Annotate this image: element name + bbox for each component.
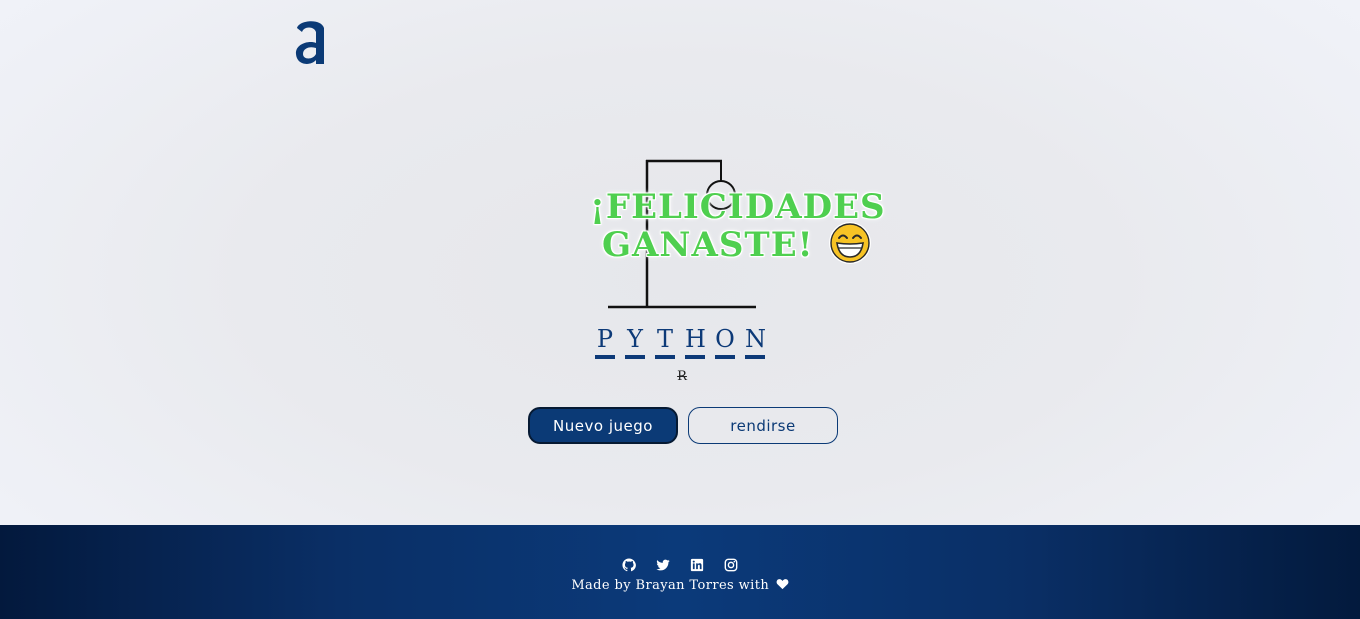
guessed-word: P Y T H O N xyxy=(595,325,766,359)
github-icon[interactable] xyxy=(622,558,636,572)
letter: Y xyxy=(627,325,643,353)
letter-slot: Y xyxy=(625,325,645,359)
twitter-icon[interactable] xyxy=(656,558,670,572)
heart-icon xyxy=(776,579,789,590)
win-message-text: GANASTE! xyxy=(602,225,814,265)
letter: N xyxy=(745,325,766,353)
letter: T xyxy=(656,325,673,353)
instagram-icon[interactable] xyxy=(724,558,738,572)
letter-underline xyxy=(685,355,705,359)
letter-slot: N xyxy=(745,325,766,359)
wrong-letters: R xyxy=(677,369,687,384)
game-area: ¡FELICIDADES GANASTE! P Y T H O N R Nuev… xyxy=(0,0,1360,525)
letter-slot: P xyxy=(595,325,615,359)
grinning-face-icon xyxy=(828,222,871,264)
letter-underline xyxy=(595,355,615,359)
letter-underline xyxy=(745,355,765,359)
new-game-button[interactable]: Nuevo juego xyxy=(528,407,678,444)
footer: Made by Brayan Torres with xyxy=(0,525,1360,619)
credit-line: Made by Brayan Torres with xyxy=(0,578,1360,593)
credit-text: Made by Brayan Torres with xyxy=(571,578,770,593)
win-message: ¡FELICIDADES GANASTE! xyxy=(590,188,885,265)
letter-slot: T xyxy=(655,325,675,359)
social-links xyxy=(0,558,1360,572)
letter-slot: H xyxy=(685,325,706,359)
linkedin-icon[interactable] xyxy=(690,558,704,572)
give-up-button[interactable]: rendirse xyxy=(688,407,838,444)
letter-underline xyxy=(715,355,735,359)
letter: O xyxy=(715,325,735,353)
letter-underline xyxy=(655,355,675,359)
letter-underline xyxy=(625,355,645,359)
letter-slot: O xyxy=(715,325,735,359)
win-message-line2: GANASTE! xyxy=(590,222,880,265)
letter: P xyxy=(596,325,614,353)
letter: H xyxy=(685,325,706,353)
